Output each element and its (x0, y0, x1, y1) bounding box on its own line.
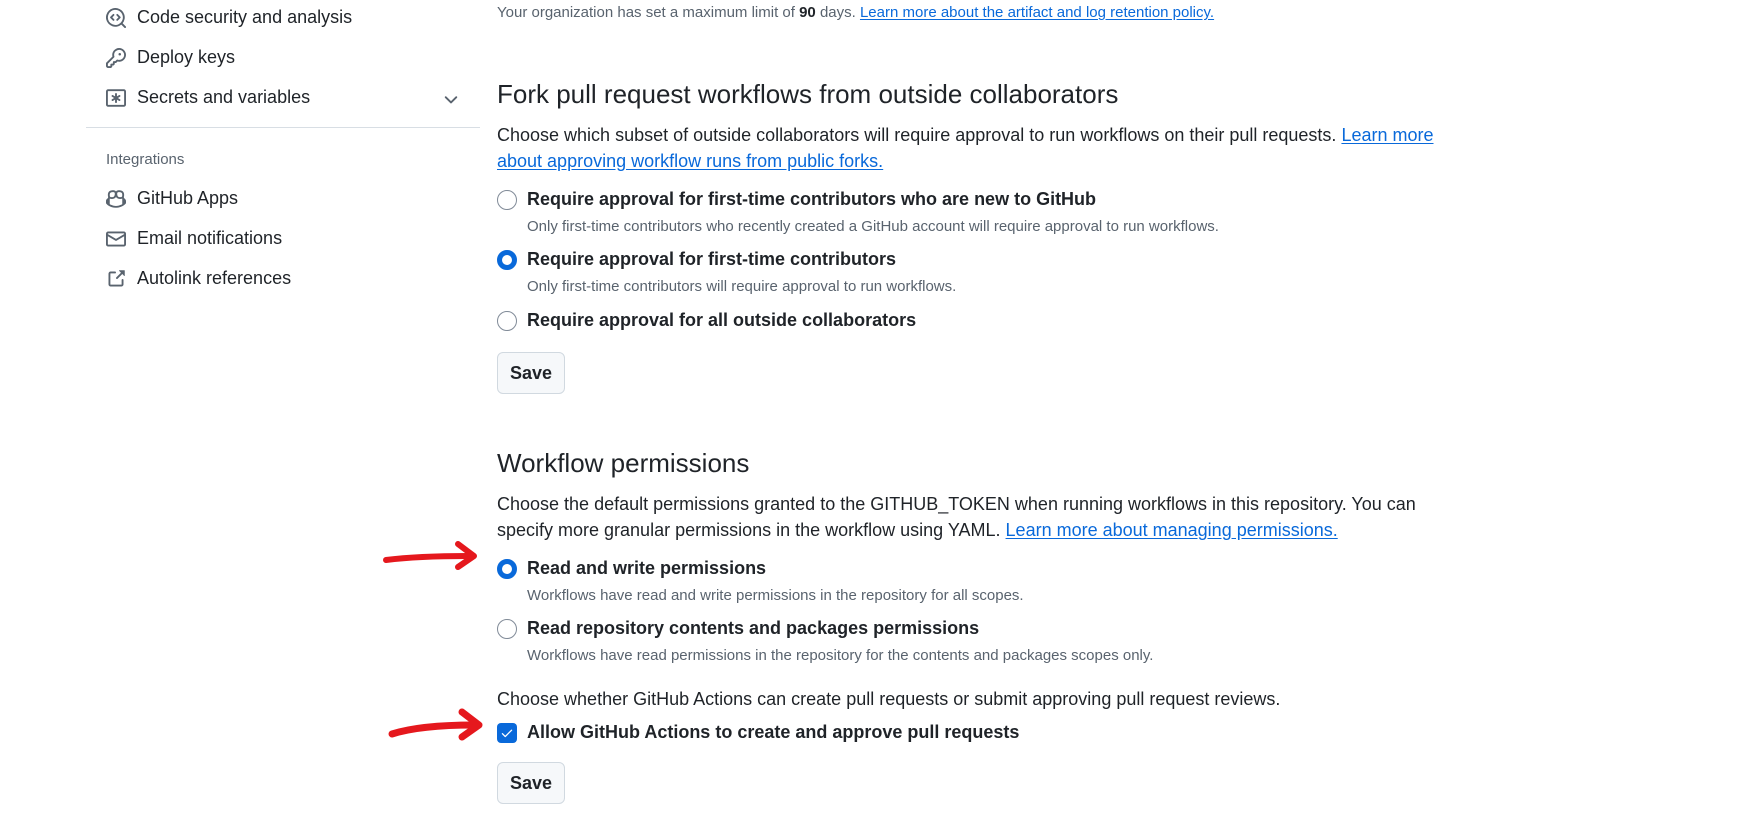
allow-actions-pr-option[interactable]: Allow GitHub Actions to create and appro… (497, 722, 1019, 743)
sidebar-item-github-apps[interactable]: GitHub Apps (106, 188, 238, 209)
retention-note: Your organization has set a maximum limi… (497, 4, 1214, 21)
sidebar-item-label: Code security and analysis (137, 7, 353, 27)
sidebar-item-label: GitHub Apps (137, 188, 239, 208)
fork-option-first-time[interactable]: Require approval for first-time contribu… (497, 249, 956, 295)
key-icon (106, 47, 126, 68)
workflow-save-button[interactable]: Save (497, 762, 565, 804)
sidebar-item-email-notifications[interactable]: Email notifications (106, 228, 282, 249)
chevron-down-icon[interactable] (441, 90, 461, 110)
option-description: Workflows have read permissions in the r… (527, 647, 1154, 664)
radio-button-selected[interactable] (497, 558, 517, 579)
fork-option-new-to-github[interactable]: Require approval for first-time contribu… (497, 189, 1219, 235)
fork-pr-description: Choose which subset of outside collabora… (497, 122, 1457, 174)
asterisk-icon (106, 88, 126, 107)
workflow-option-read-only[interactable]: Read repository contents and packages pe… (497, 618, 1153, 664)
option-label: Require approval for first-time contribu… (527, 189, 1097, 209)
mail-icon (106, 231, 126, 246)
fork-pr-description-text: Choose which subset of outside collabora… (497, 125, 1342, 145)
retention-suffix: days. (815, 4, 860, 21)
option-description: Only first-time contributors who recentl… (527, 218, 1219, 235)
option-label: Require approval for first-time contribu… (527, 249, 897, 269)
annotation-arrow-icon (383, 541, 477, 570)
fork-save-button[interactable]: Save (497, 352, 565, 394)
sidebar-item-label: Email notifications (137, 228, 283, 248)
radio-button[interactable] (497, 189, 517, 210)
option-description: Only first-time contributors will requir… (527, 278, 957, 295)
managing-permissions-link[interactable]: Learn more about managing permissions. (1006, 520, 1338, 540)
link-external-icon (108, 269, 125, 286)
copilot-icon (106, 189, 126, 208)
sidebar-item-secrets-and-variables[interactable]: Secrets and variables (106, 87, 310, 108)
fork-pr-section-title: Fork pull request workflows from outside… (497, 79, 1119, 109)
sidebar-item-code-security[interactable]: Code security and analysis (106, 7, 352, 28)
radio-button[interactable] (497, 618, 517, 639)
sidebar-item-label: Deploy keys (137, 47, 236, 67)
check-icon (501, 729, 513, 737)
sidebar-heading-integrations: Integrations (106, 151, 185, 168)
sidebar-item-label: Autolink references (137, 268, 292, 288)
option-label: Read and write permissions (527, 558, 767, 578)
retention-days: 90 (799, 4, 816, 21)
radio-button[interactable] (497, 310, 517, 331)
option-label: Require approval for all outside collabo… (527, 310, 917, 330)
annotation-arrow-icon (388, 708, 483, 741)
pr-approval-description: Choose whether GitHub Actions can create… (497, 689, 1281, 709)
workflow-option-read-write[interactable]: Read and write permissions Workflows hav… (497, 558, 1024, 604)
sidebar-item-autolink-references[interactable]: Autolink references (106, 268, 291, 289)
sidebar-item-label: Secrets and variables (137, 87, 311, 107)
radio-button-selected[interactable] (497, 249, 517, 270)
retention-prefix: Your organization has set a maximum limi… (497, 4, 800, 21)
codescan-icon (106, 7, 126, 28)
fork-option-all-outside[interactable]: Require approval for all outside collabo… (497, 310, 916, 331)
workflow-permissions-title: Workflow permissions (497, 448, 750, 478)
checkbox-checked[interactable] (497, 722, 517, 743)
option-description: Workflows have read and write permission… (527, 587, 1024, 604)
sidebar-divider (86, 127, 480, 128)
option-label: Read repository contents and packages pe… (527, 618, 980, 638)
workflow-permissions-description: Choose the default permissions granted t… (497, 491, 1457, 543)
checkbox-label: Allow GitHub Actions to create and appro… (527, 722, 1020, 742)
sidebar-item-deploy-keys[interactable]: Deploy keys (106, 47, 235, 68)
retention-policy-link[interactable]: Learn more about the artifact and log re… (860, 4, 1214, 21)
